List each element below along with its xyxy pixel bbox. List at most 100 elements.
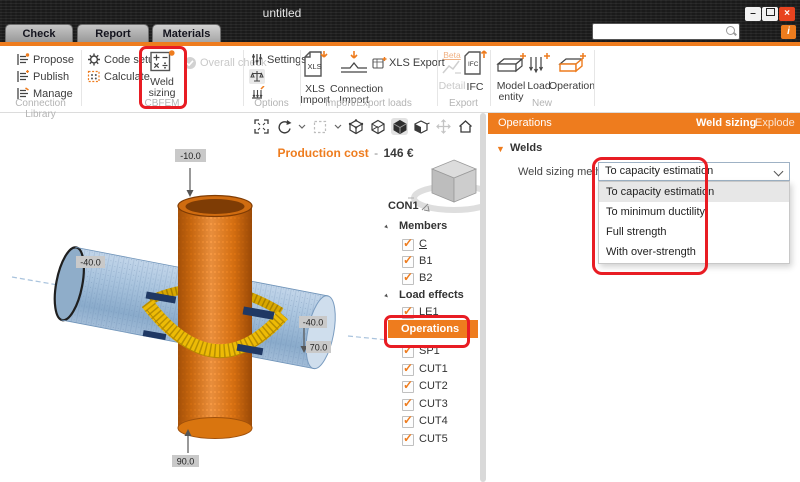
weld-sizing-method-select[interactable]: To capacity estimation — [598, 162, 790, 181]
chevron-down-icon — [774, 167, 784, 177]
gear-icon — [87, 53, 101, 66]
option-to-capacity-estimation[interactable]: To capacity estimation — [599, 182, 789, 202]
svg-text:IFC: IFC — [468, 61, 479, 68]
checkbox-checked[interactable] — [402, 346, 414, 358]
panel-tab-explode[interactable]: Explode — [755, 113, 795, 134]
zoom-fit-icon — [254, 119, 269, 134]
panel-header: Operations Weld sizing Explode — [488, 113, 800, 134]
expand-arrow-icon[interactable]: ▸ — [383, 223, 391, 231]
close-button[interactable]: × — [779, 7, 795, 21]
panel-title: Operations — [498, 113, 552, 134]
section-collapse-icon[interactable]: ▼ — [496, 144, 505, 154]
code-check-button[interactable] — [249, 69, 265, 84]
member-orange-brace[interactable] — [178, 196, 252, 439]
group-label-connection-library: Connection Library — [0, 98, 81, 110]
maximize-icon — [766, 8, 775, 16]
tab-materials[interactable]: Materials — [152, 24, 221, 43]
select-options-chevron[interactable] — [333, 118, 342, 135]
load-label-left: -40.0 — [80, 258, 101, 268]
code-setup-button[interactable]: Code setup — [87, 53, 101, 68]
checkbox-checked[interactable] — [402, 434, 414, 446]
view-solid-button[interactable] — [391, 118, 408, 135]
checkbox-checked[interactable] — [402, 364, 414, 376]
group-label-export: Export — [437, 98, 490, 110]
checkbox-checked[interactable] — [402, 239, 414, 251]
load-label-right-bottom: 70.0 — [310, 343, 328, 353]
chevron-down-icon — [298, 124, 306, 129]
weld-sizing-button[interactable]: Weld sizing — [143, 50, 181, 99]
checkbox-checked[interactable] — [402, 399, 414, 411]
model-tree: CON1 ▸ Members C B1 B2 ▸ Load effects LE… — [384, 200, 480, 480]
pan-icon — [436, 119, 451, 134]
xls-import-icon: XLS — [301, 50, 329, 79]
cube-section-icon — [413, 119, 430, 135]
tree-root[interactable]: CON1 — [388, 200, 419, 214]
tree-scrollbar[interactable] — [480, 113, 486, 482]
operation-button[interactable]: Operation — [549, 52, 593, 92]
marquee-icon — [313, 120, 327, 134]
svg-text:XLS: XLS — [308, 62, 322, 71]
weld-sizing-icon — [150, 50, 175, 72]
calculate-button[interactable]: Calculate — [87, 70, 101, 85]
checkbox-checked[interactable] — [402, 256, 414, 268]
cube-solid-icon — [392, 119, 408, 135]
view-wireframe-button[interactable] — [347, 118, 364, 135]
propose-icon — [16, 53, 30, 66]
viewport-toolbar — [253, 118, 474, 135]
propose-button[interactable]: Propose — [16, 53, 30, 68]
tab-check[interactable]: Check — [5, 24, 73, 43]
overall-check-icon — [183, 56, 197, 70]
home-view-button[interactable] — [457, 118, 474, 135]
publish-button[interactable]: Publish — [16, 70, 30, 85]
xls-export-icon — [372, 56, 387, 70]
publish-icon — [16, 70, 30, 83]
checkbox-checked[interactable] — [402, 307, 414, 319]
rotate-view-button[interactable] — [275, 118, 292, 135]
weld-sizing-method-options: To capacity estimation To minimum ductil… — [598, 181, 790, 264]
settings-icon — [250, 53, 264, 66]
cube-transparent-icon — [370, 119, 386, 135]
calculate-icon — [87, 70, 101, 83]
pan-view-button — [435, 118, 452, 135]
load-label-top: -10.0 — [180, 151, 201, 161]
view-transparent-button[interactable] — [369, 118, 386, 135]
zoom-fit-button[interactable] — [253, 118, 270, 135]
ribbon: Propose Publish Manage Connection Librar… — [0, 46, 800, 113]
minimize-button[interactable]: – — [745, 7, 761, 21]
checkbox-checked[interactable] — [402, 273, 414, 285]
app-window: untitled – × i Check Report Materials Pr… — [0, 0, 800, 482]
tree-group-operations-selected[interactable]: Operations — [388, 320, 478, 338]
option-full-strength[interactable]: Full strength — [599, 222, 789, 242]
group-label-new: New — [490, 98, 594, 110]
search-icon — [726, 26, 735, 35]
option-with-over-strength[interactable]: With over-strength — [599, 242, 789, 262]
tab-report[interactable]: Report — [77, 24, 149, 43]
option-to-minimum-ductility[interactable]: To minimum ductility — [599, 202, 789, 222]
view-section-button[interactable] — [413, 118, 430, 135]
maximize-button[interactable] — [762, 7, 778, 21]
chevron-down-icon — [334, 124, 342, 129]
group-label-options: Options — [243, 98, 300, 110]
panel-tab-weld-sizing[interactable]: Weld sizing — [696, 113, 756, 134]
settings-button[interactable]: Settings — [250, 53, 264, 68]
checkbox-checked[interactable] — [402, 381, 414, 393]
member-axis-line — [12, 277, 58, 285]
rotate-options-chevron[interactable] — [297, 118, 306, 135]
info-button[interactable]: i — [781, 25, 796, 39]
home-icon — [458, 119, 473, 134]
xls-export-button[interactable]: XLS Export — [372, 56, 387, 71]
group-label-cbfem: CBFEM — [81, 98, 243, 110]
expand-arrow-icon[interactable]: ▸ — [383, 292, 391, 300]
ifc-button[interactable]: IFC IFC — [462, 50, 488, 93]
connection-import-icon — [337, 50, 371, 79]
rotate-icon — [276, 119, 292, 134]
ribbon-separator — [594, 50, 595, 106]
cube-wireframe-icon — [348, 119, 364, 135]
detail-icon — [441, 60, 463, 76]
member-axis-line — [348, 336, 388, 340]
checkbox-checked[interactable] — [402, 416, 414, 428]
search-input[interactable] — [592, 23, 740, 40]
properties-panel: Operations Weld sizing Explode ▼ Welds W… — [488, 113, 800, 482]
group-label-import-export: Import/Export loads — [300, 98, 437, 110]
select-region-button — [311, 118, 328, 135]
